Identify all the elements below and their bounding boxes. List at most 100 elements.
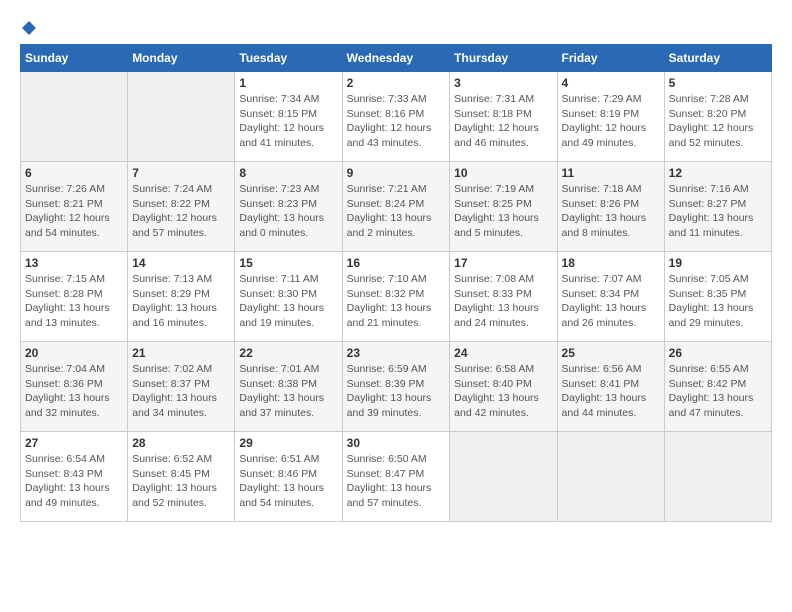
day-info: Sunrise: 7:15 AM Sunset: 8:28 PM Dayligh… (25, 272, 123, 331)
calendar-cell (557, 432, 664, 522)
logo (20, 20, 37, 38)
day-info: Sunrise: 7:01 AM Sunset: 8:38 PM Dayligh… (239, 362, 337, 421)
calendar-cell: 27Sunrise: 6:54 AM Sunset: 8:43 PM Dayli… (21, 432, 128, 522)
weekday-header-row: SundayMondayTuesdayWednesdayThursdayFrid… (21, 45, 772, 72)
day-number: 21 (132, 346, 230, 360)
day-info: Sunrise: 6:59 AM Sunset: 8:39 PM Dayligh… (347, 362, 446, 421)
calendar-cell: 13 Sunrise: 7:15 AM Sunset: 8:28 PM Dayli… (21, 252, 128, 342)
day-info: Sunrise: 7:34 AM Sunset: 8:15 PM Dayligh… (239, 92, 337, 151)
calendar-cell: 25 Sunrise: 6:56 AM Sunset: 8:41 PM Dayli… (557, 342, 664, 432)
calendar-cell: 30Sunrise: 6:50 AM Sunset: 8:47 PM Dayli… (342, 432, 450, 522)
calendar-cell: 3 Sunrise: 7:31 AM Sunset: 8:18 PM Daylig… (450, 72, 557, 162)
calendar-cell: 28 Sunrise: 6:52 AM Sunset: 8:45 PM Dayli… (128, 432, 235, 522)
day-info: Sunrise: 7:11 AM Sunset: 8:30 PM Dayligh… (239, 272, 337, 331)
calendar-header: SundayMondayTuesdayWednesdayThursdayFrid… (21, 45, 772, 72)
day-info: Sunrise: 6:58 AM Sunset: 8:40 PM Dayligh… (454, 362, 552, 421)
day-info: Sunrise: 7:19 AM Sunset: 8:25 PM Dayligh… (454, 182, 552, 241)
calendar-cell: 24 Sunrise: 6:58 AM Sunset: 8:40 PM Dayli… (450, 342, 557, 432)
calendar-week-3: 13 Sunrise: 7:15 AM Sunset: 8:28 PM Dayli… (21, 252, 772, 342)
day-info: Sunrise: 6:51 AM Sunset: 8:46 PM Dayligh… (239, 452, 337, 511)
day-info: Sunrise: 7:26 AM Sunset: 8:21 PM Dayligh… (25, 182, 123, 241)
day-number: 25 (562, 346, 660, 360)
calendar-cell: 23 Sunrise: 6:59 AM Sunset: 8:39 PM Dayli… (342, 342, 450, 432)
day-number: 3 (454, 76, 552, 90)
calendar-week-4: 20 Sunrise: 7:04 AM Sunset: 8:36 PM Dayli… (21, 342, 772, 432)
page-header (20, 20, 772, 38)
calendar-cell (21, 72, 128, 162)
day-number: 28 (132, 436, 230, 450)
calendar-cell: 4 Sunrise: 7:29 AM Sunset: 8:19 PM Daylig… (557, 72, 664, 162)
calendar-cell: 29 Sunrise: 6:51 AM Sunset: 8:46 PM Dayli… (235, 432, 342, 522)
day-info: Sunrise: 7:28 AM Sunset: 8:20 PM Dayligh… (669, 92, 767, 151)
weekday-header-thursday: Thursday (450, 45, 557, 72)
calendar-cell: 22 Sunrise: 7:01 AM Sunset: 8:38 PM Dayli… (235, 342, 342, 432)
calendar-cell (450, 432, 557, 522)
day-info: Sunrise: 7:18 AM Sunset: 8:26 PM Dayligh… (562, 182, 660, 241)
day-number: 20 (25, 346, 123, 360)
calendar-cell: 7Sunrise: 7:24 AM Sunset: 8:22 PM Daylig… (128, 162, 235, 252)
calendar-cell: 14 Sunrise: 7:13 AM Sunset: 8:29 PM Dayli… (128, 252, 235, 342)
day-number: 29 (239, 436, 337, 450)
calendar-cell: 18 Sunrise: 7:07 AM Sunset: 8:34 PM Dayli… (557, 252, 664, 342)
calendar-cell: 5 Sunrise: 7:28 AM Sunset: 8:20 PM Daylig… (664, 72, 771, 162)
day-info: Sunrise: 7:02 AM Sunset: 8:37 PM Dayligh… (132, 362, 230, 421)
day-number: 14 (132, 256, 230, 270)
day-info: Sunrise: 7:23 AM Sunset: 8:23 PM Dayligh… (239, 182, 337, 241)
calendar-week-5: 27Sunrise: 6:54 AM Sunset: 8:43 PM Dayli… (21, 432, 772, 522)
calendar-body: 1 Sunrise: 7:34 AM Sunset: 8:15 PM Daylig… (21, 72, 772, 522)
calendar-cell: 8 Sunrise: 7:23 AM Sunset: 8:23 PM Daylig… (235, 162, 342, 252)
calendar-cell: 2 Sunrise: 7:33 AM Sunset: 8:16 PM Daylig… (342, 72, 450, 162)
calendar-week-2: 6Sunrise: 7:26 AM Sunset: 8:21 PM Daylig… (21, 162, 772, 252)
calendar-cell: 16 Sunrise: 7:10 AM Sunset: 8:32 PM Dayli… (342, 252, 450, 342)
day-number: 22 (239, 346, 337, 360)
day-info: Sunrise: 7:21 AM Sunset: 8:24 PM Dayligh… (347, 182, 446, 241)
day-info: Sunrise: 7:13 AM Sunset: 8:29 PM Dayligh… (132, 272, 230, 331)
weekday-header-monday: Monday (128, 45, 235, 72)
weekday-header-friday: Friday (557, 45, 664, 72)
day-number: 10 (454, 166, 552, 180)
day-number: 24 (454, 346, 552, 360)
day-info: Sunrise: 7:29 AM Sunset: 8:19 PM Dayligh… (562, 92, 660, 151)
day-number: 19 (669, 256, 767, 270)
day-number: 26 (669, 346, 767, 360)
weekday-header-tuesday: Tuesday (235, 45, 342, 72)
day-number: 5 (669, 76, 767, 90)
day-number: 2 (347, 76, 446, 90)
day-number: 18 (562, 256, 660, 270)
calendar-cell: 10 Sunrise: 7:19 AM Sunset: 8:25 PM Dayli… (450, 162, 557, 252)
day-number: 1 (239, 76, 337, 90)
calendar-cell (664, 432, 771, 522)
weekday-header-saturday: Saturday (664, 45, 771, 72)
calendar-cell: 6Sunrise: 7:26 AM Sunset: 8:21 PM Daylig… (21, 162, 128, 252)
day-info: Sunrise: 6:52 AM Sunset: 8:45 PM Dayligh… (132, 452, 230, 511)
day-number: 4 (562, 76, 660, 90)
calendar-cell: 11Sunrise: 7:18 AM Sunset: 8:26 PM Dayli… (557, 162, 664, 252)
day-info: Sunrise: 7:31 AM Sunset: 8:18 PM Dayligh… (454, 92, 552, 151)
day-info: Sunrise: 7:24 AM Sunset: 8:22 PM Dayligh… (132, 182, 230, 241)
day-number: 12 (669, 166, 767, 180)
calendar-cell: 1 Sunrise: 7:34 AM Sunset: 8:15 PM Daylig… (235, 72, 342, 162)
day-number: 16 (347, 256, 446, 270)
day-info: Sunrise: 7:10 AM Sunset: 8:32 PM Dayligh… (347, 272, 446, 331)
day-info: Sunrise: 7:04 AM Sunset: 8:36 PM Dayligh… (25, 362, 123, 421)
day-info: Sunrise: 7:07 AM Sunset: 8:34 PM Dayligh… (562, 272, 660, 331)
calendar-cell: 9Sunrise: 7:21 AM Sunset: 8:24 PM Daylig… (342, 162, 450, 252)
day-info: Sunrise: 6:56 AM Sunset: 8:41 PM Dayligh… (562, 362, 660, 421)
calendar-cell: 12Sunrise: 7:16 AM Sunset: 8:27 PM Dayli… (664, 162, 771, 252)
day-number: 8 (239, 166, 337, 180)
day-info: Sunrise: 7:33 AM Sunset: 8:16 PM Dayligh… (347, 92, 446, 151)
day-number: 30 (347, 436, 446, 450)
calendar-cell: 19 Sunrise: 7:05 AM Sunset: 8:35 PM Dayli… (664, 252, 771, 342)
day-number: 15 (239, 256, 337, 270)
calendar-cell (128, 72, 235, 162)
day-number: 13 (25, 256, 123, 270)
day-info: Sunrise: 7:05 AM Sunset: 8:35 PM Dayligh… (669, 272, 767, 331)
logo-icon (21, 20, 37, 36)
weekday-header-wednesday: Wednesday (342, 45, 450, 72)
calendar-cell: 26Sunrise: 6:55 AM Sunset: 8:42 PM Dayli… (664, 342, 771, 432)
calendar-week-1: 1 Sunrise: 7:34 AM Sunset: 8:15 PM Daylig… (21, 72, 772, 162)
weekday-header-sunday: Sunday (21, 45, 128, 72)
calendar-cell: 17Sunrise: 7:08 AM Sunset: 8:33 PM Dayli… (450, 252, 557, 342)
day-number: 23 (347, 346, 446, 360)
calendar-table: SundayMondayTuesdayWednesdayThursdayFrid… (20, 44, 772, 522)
